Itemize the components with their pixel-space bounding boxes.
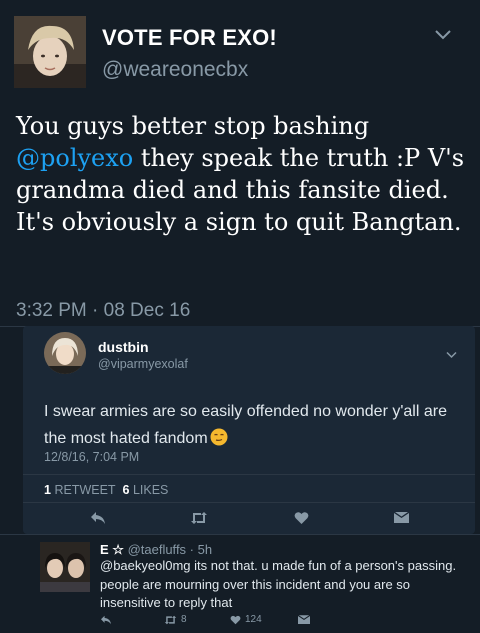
reply-icon[interactable]	[90, 511, 106, 525]
nested-like-count: 124	[245, 614, 262, 625]
retweet-button[interactable]: 8	[164, 614, 187, 625]
mention-link[interactable]: @polyexo	[16, 144, 133, 172]
reply-icon[interactable]	[100, 615, 112, 625]
nested-header: E ☆ @taefluffs · 5h	[100, 542, 212, 558]
reply-timestamp: 12/8/16, 7:04 PM	[44, 450, 140, 464]
like-icon	[230, 615, 241, 624]
nested-tweet-text: @baekyeol0mg its not that. u made fun of…	[100, 558, 457, 610]
reply-stats: 1 RETWEET 6 LIKES	[44, 483, 168, 497]
reply-avatar[interactable]	[44, 332, 86, 374]
reply-tweet-text: I swear armies are so easily offended no…	[44, 398, 464, 452]
divider	[23, 474, 475, 475]
nested-handle-time[interactable]: @taefluffs · 5h	[128, 542, 213, 557]
reply-text-content: I swear armies are so easily offended no…	[44, 403, 447, 447]
divider	[0, 534, 480, 535]
nested-display-name[interactable]: E ☆	[100, 542, 124, 557]
reply-display-name[interactable]: dustbin	[98, 339, 149, 355]
like-icon[interactable]	[294, 511, 309, 525]
divider	[23, 502, 475, 503]
main-timestamp: 3:32 PM · 08 Dec 16	[16, 300, 191, 321]
chevron-down-icon[interactable]	[434, 28, 452, 42]
retweet-count: 1	[44, 483, 51, 497]
message-icon[interactable]	[298, 615, 310, 625]
main-display-name[interactable]: VOTE FOR EXO!	[102, 25, 277, 51]
main-avatar[interactable]	[14, 16, 86, 88]
nested-retweet-count: 8	[181, 614, 187, 625]
chevron-down-icon[interactable]	[446, 346, 457, 359]
retweet-label[interactable]: RETWEET	[54, 483, 115, 497]
like-button[interactable]: 124	[230, 614, 262, 625]
tweet-text-part: You guys better stop bashing	[16, 112, 370, 140]
retweet-icon	[164, 615, 177, 624]
like-count: 6	[122, 483, 130, 497]
reply-handle[interactable]: @viparmyexolaf	[98, 357, 188, 371]
main-handle[interactable]: @weareonecbx	[102, 58, 248, 82]
message-icon[interactable]	[394, 512, 409, 524]
like-label[interactable]: LIKES	[133, 483, 168, 497]
retweet-icon[interactable]	[190, 511, 208, 525]
nested-avatar[interactable]	[40, 542, 90, 592]
main-tweet-text: You guys better stop bashing @polyexo th…	[16, 110, 472, 238]
smiling-face-emoji	[210, 428, 228, 446]
